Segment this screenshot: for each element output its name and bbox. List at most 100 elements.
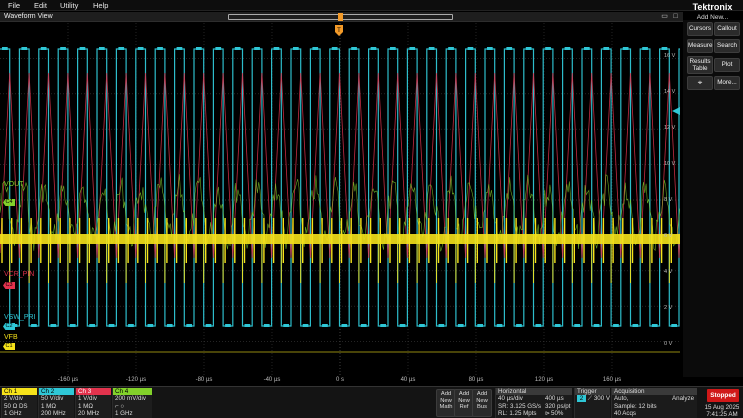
channel-4-head: Ch 4 xyxy=(113,388,152,395)
channel-2-high-segment xyxy=(428,47,435,50)
brand-logo: Tektronix xyxy=(692,2,733,12)
channel-2-bandwidth: 200 MHz xyxy=(41,410,66,418)
channel-2-low-segment xyxy=(128,324,134,327)
table-label: Table xyxy=(692,65,708,72)
channel-2-tag[interactable]: C2 xyxy=(3,323,15,330)
trigger-level: 300 V xyxy=(593,395,610,402)
channel-2-low-segment xyxy=(360,324,367,327)
add-new-bus-button[interactable]: Add New Bus xyxy=(472,389,492,417)
channel-2-low-segment xyxy=(31,324,37,327)
new-label: New xyxy=(476,397,488,404)
more-button[interactable]: More... xyxy=(714,76,740,90)
channel-2-low-segment xyxy=(554,324,561,327)
channel-1-badge[interactable]: Ch 1 2 V/div 50 Ω DS 1 GHz xyxy=(1,388,37,418)
y-tick-label: 6 V xyxy=(664,233,673,239)
add-label: Add xyxy=(440,391,452,397)
trigger-marker-text: T xyxy=(337,28,341,34)
channel-1-tag[interactable]: C1 xyxy=(3,343,15,350)
channel-3-scale: 1 V/div xyxy=(78,395,97,402)
brand-area: Tektronix Add New... xyxy=(682,2,743,21)
channel-3-tag[interactable]: C3 xyxy=(3,282,15,289)
channel-2-high-segment xyxy=(273,47,280,50)
channel-2-low-segment xyxy=(302,324,309,327)
acquisition-settings[interactable]: Acquisition Auto, Analyze Sample: 12 bits… xyxy=(611,388,697,418)
acquisition-mode: Auto, xyxy=(614,395,629,402)
channel-2-high-segment xyxy=(2,47,8,50)
minimize-icon[interactable]: ▭ xyxy=(660,13,669,21)
waveform-view-title: Waveform View xyxy=(4,13,53,20)
menu-bar: File Edit Utility Help xyxy=(0,0,743,11)
channel-2-low-segment xyxy=(613,324,619,327)
add-new-math-button[interactable]: Add New Math xyxy=(436,389,456,417)
y-tick-label: 14 V xyxy=(664,89,676,95)
trigger-marker-icon[interactable]: T xyxy=(334,24,344,37)
touch-select-icon[interactable]: ⌖ xyxy=(687,76,713,90)
run-stop-button[interactable]: Stopped xyxy=(707,389,739,402)
results-table-button[interactable]: Results Table xyxy=(687,56,713,74)
channel-3-termination: 1 MΩ xyxy=(78,402,93,410)
date-text: 15 Aug 2025 xyxy=(704,404,740,411)
trigger-head: Trigger xyxy=(575,388,610,395)
menu-edit[interactable]: Edit xyxy=(34,1,47,10)
menu-help[interactable]: Help xyxy=(93,1,108,10)
channel-2-low-segment xyxy=(593,324,600,327)
channel-2-low-segment xyxy=(283,324,289,327)
channel-2-high-segment xyxy=(196,47,202,50)
channel-2-high-segment xyxy=(79,47,86,50)
menu-utility[interactable]: Utility xyxy=(60,1,78,10)
record-length: RL: 1.25 Mpts xyxy=(498,410,537,418)
horizontal-settings[interactable]: Horizontal 40 µs/div 400 µs SR: 3.125 GS/… xyxy=(495,388,572,418)
channel-2-low-segment xyxy=(399,324,406,327)
trigger-settings[interactable]: Trigger 2 ⟋ 300 V xyxy=(574,388,610,418)
y-tick-label: 12 V xyxy=(664,125,676,131)
channel-1-band xyxy=(0,234,680,244)
channel-2-high-segment xyxy=(506,47,513,50)
y-tick-label: 2 V xyxy=(664,305,673,311)
channel-4-badge[interactable]: Ch 4 200 mV/div ⌐ ○ 1 GHz xyxy=(112,388,152,418)
plot-button[interactable]: Plot xyxy=(714,58,740,72)
channel-2-low-segment xyxy=(89,324,95,327)
channel-4-tag[interactable]: C4 xyxy=(3,199,15,206)
channel-4-bandwidth: 1 GHz xyxy=(115,410,133,418)
channel-2-badge[interactable]: Ch 2 50 V/div 1 MΩ 200 MHz xyxy=(38,388,74,418)
maximize-icon[interactable]: □ xyxy=(671,13,680,21)
rising-edge-icon: ⟋ xyxy=(587,395,593,402)
channel-2-high-segment xyxy=(661,47,668,50)
measure-button[interactable]: Measure xyxy=(687,39,713,53)
add-new-ref-button[interactable]: Add New Ref xyxy=(454,389,474,417)
trigger-source-badge: 2 xyxy=(577,395,586,402)
channel-2-low-segment xyxy=(671,324,677,327)
new-label: New xyxy=(458,397,470,404)
cursors-button[interactable]: Cursors xyxy=(687,22,713,36)
channel-2-low-segment xyxy=(457,324,464,327)
channel-2-low-segment xyxy=(186,324,192,327)
y-tick-label: 16 V xyxy=(664,53,676,59)
trigger-position-handle[interactable] xyxy=(338,13,343,21)
channel-2-high-segment xyxy=(351,47,357,50)
new-label: New xyxy=(440,397,452,404)
channel-2-low-segment xyxy=(225,324,231,327)
channel-2-low-segment xyxy=(322,324,328,327)
callout-button[interactable]: Callout xyxy=(714,22,740,36)
add-label: Add xyxy=(476,391,488,397)
y-tick-label: 10 V xyxy=(664,161,676,167)
search-button[interactable]: Search xyxy=(714,39,740,53)
waveform-graticule xyxy=(0,23,680,377)
math-label: Math xyxy=(439,404,453,411)
channel-2-high-segment xyxy=(603,47,610,50)
channel-2-high-segment xyxy=(312,47,319,50)
channel-2-low-segment xyxy=(166,324,173,327)
date-time-display: 15 Aug 2025 7:41:25 AM xyxy=(701,404,743,418)
channel-2-low-segment xyxy=(69,324,76,327)
channel-2-high-segment xyxy=(467,47,474,50)
channel-2-low-segment xyxy=(477,324,483,327)
trigger-level-arrow-icon[interactable] xyxy=(672,107,680,115)
channel-3-badge[interactable]: Ch 3 1 V/div 1 MΩ 20 MHz xyxy=(75,388,111,418)
waveform-plot[interactable] xyxy=(0,23,680,377)
channel-2-high-segment xyxy=(254,47,260,50)
y-tick-label: 8 V xyxy=(664,197,673,203)
channel-2-high-segment xyxy=(545,47,551,50)
channel-2-high-segment xyxy=(60,47,66,50)
channel-2-low-segment xyxy=(516,324,522,327)
menu-file[interactable]: File xyxy=(8,1,20,10)
